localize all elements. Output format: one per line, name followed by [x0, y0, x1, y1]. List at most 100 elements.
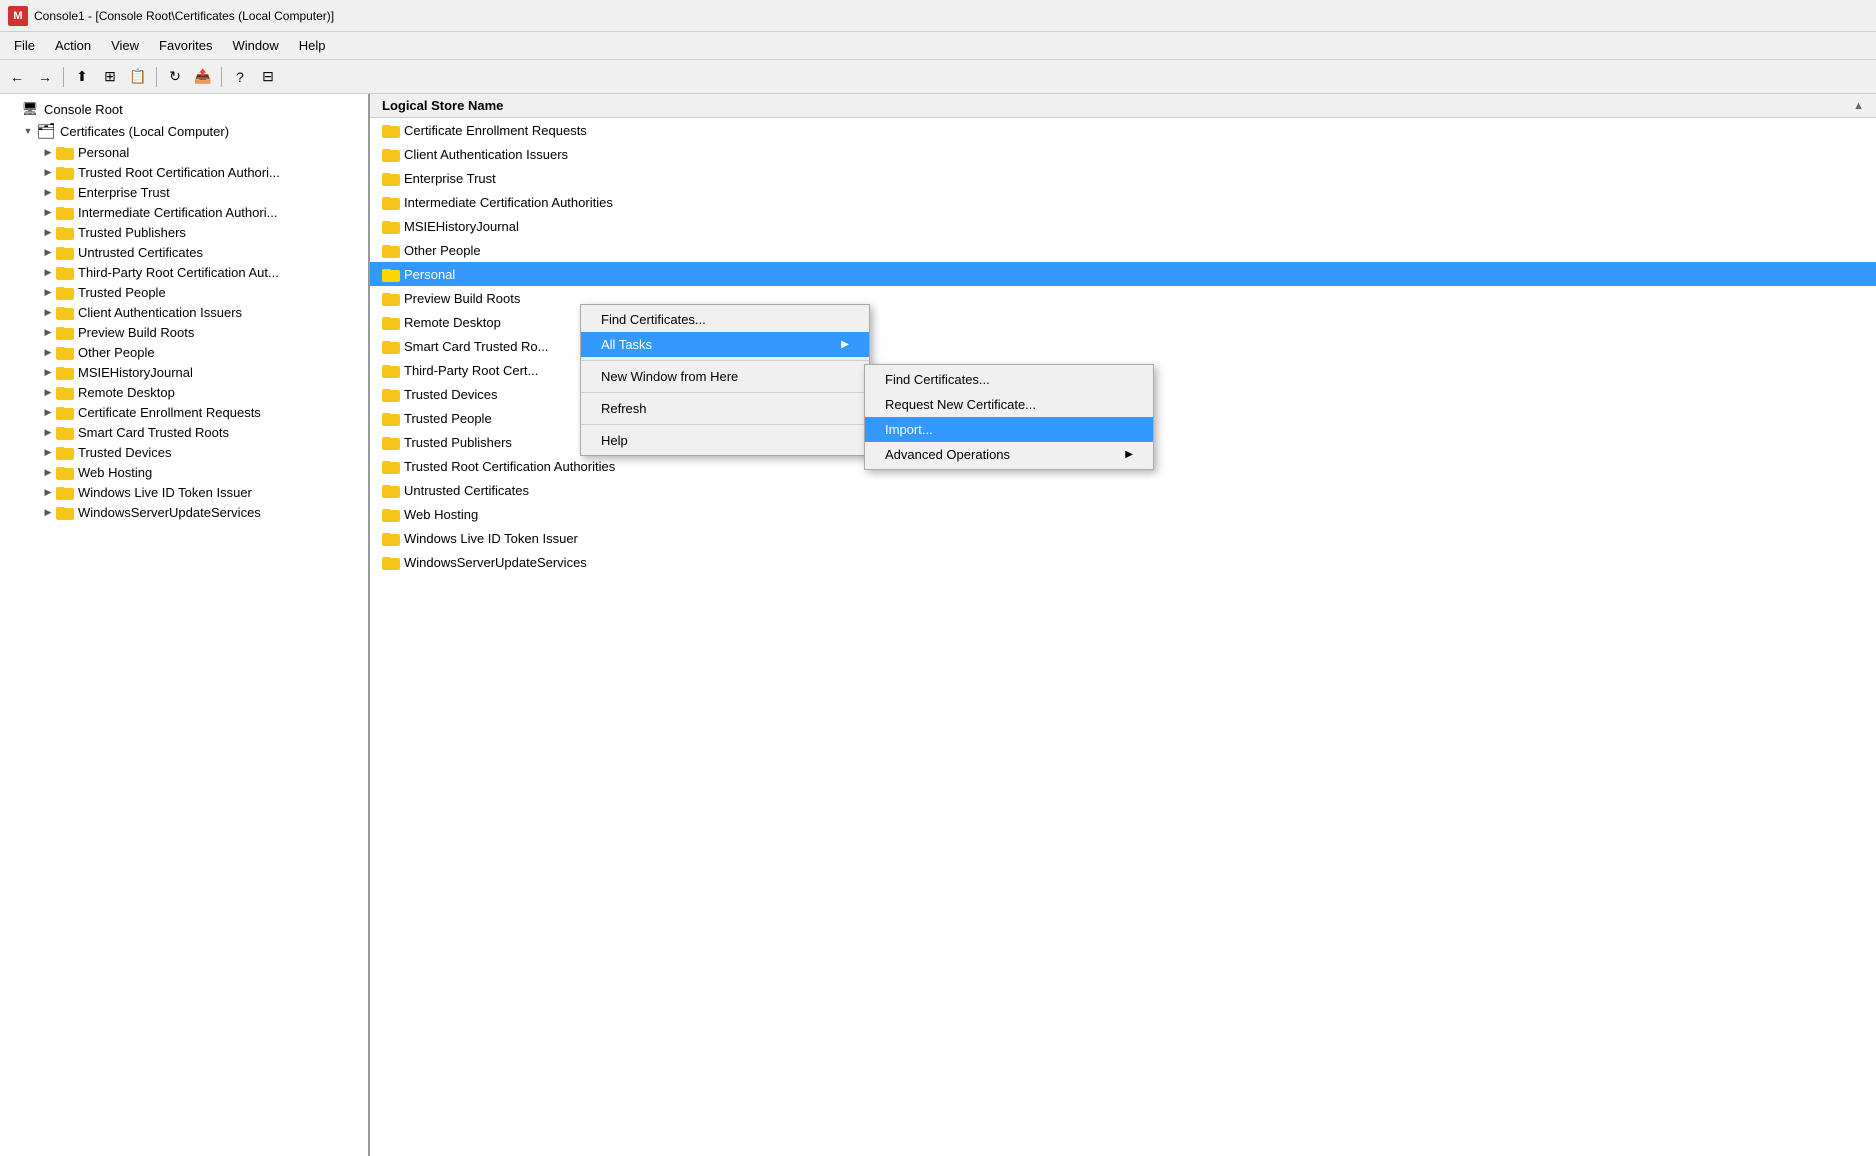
tree-trusted-devices[interactable]: Trusted Devices: [0, 442, 368, 462]
list-personal[interactable]: Personal: [370, 262, 1876, 286]
expand-msie[interactable]: [40, 364, 56, 380]
expand-other-people[interactable]: [40, 344, 56, 360]
list-web-hosting[interactable]: Web Hosting: [370, 502, 1876, 526]
folder-trusted-pub-icon: [56, 224, 74, 240]
tree-web-hosting[interactable]: Web Hosting: [0, 462, 368, 482]
copy-button[interactable]: 📋: [125, 64, 151, 90]
up-button[interactable]: ⬆: [69, 64, 95, 90]
ctx-find-certs[interactable]: Find Certificates...: [581, 307, 869, 332]
list-header-label: Logical Store Name: [382, 98, 503, 113]
list-sort-arrow[interactable]: ▲: [1853, 100, 1864, 112]
tree-untrusted-label: Untrusted Certificates: [78, 245, 203, 260]
list-winlive[interactable]: Windows Live ID Token Issuer: [370, 526, 1876, 550]
menu-file[interactable]: File: [4, 34, 45, 57]
list-cert-enrollment[interactable]: Certificate Enrollment Requests: [370, 118, 1876, 142]
tree-smart-card[interactable]: Smart Card Trusted Roots: [0, 422, 368, 442]
tree-preview-build[interactable]: Preview Build Roots: [0, 322, 368, 342]
expand-smart-card[interactable]: [40, 424, 56, 440]
list-client-auth[interactable]: Client Authentication Issuers: [370, 142, 1876, 166]
list-remote-desktop-label: Remote Desktop: [404, 315, 501, 330]
expand-intermediate[interactable]: [40, 204, 56, 220]
tree-third-party-label: Third-Party Root Certification Aut...: [78, 265, 279, 280]
menu-action[interactable]: Action: [45, 34, 101, 57]
expand-cert-node[interactable]: [20, 123, 36, 139]
tree-client-auth[interactable]: Client Authentication Issuers: [0, 302, 368, 322]
tree-untrusted[interactable]: Untrusted Certificates: [0, 242, 368, 262]
tree-other-people[interactable]: Other People: [0, 342, 368, 362]
help-button[interactable]: ?: [227, 64, 253, 90]
tree-trusted-people-label: Trusted People: [78, 285, 166, 300]
tree-web-hosting-label: Web Hosting: [78, 465, 152, 480]
folder-list-wsus-icon: [382, 554, 400, 570]
menu-view[interactable]: View: [101, 34, 149, 57]
tree-msie[interactable]: MSIEHistoryJournal: [0, 362, 368, 382]
list-personal-label: Personal: [404, 267, 455, 282]
ctx2-advanced-ops[interactable]: Advanced Operations ▶: [865, 442, 1153, 467]
ctx-all-tasks-arrow: ▶: [841, 339, 849, 350]
expand-web-hosting[interactable]: [40, 464, 56, 480]
tree-cert-node[interactable]: 🗂 Certificates (Local Computer): [0, 120, 368, 142]
tree-intermediate-label: Intermediate Certification Authori...: [78, 205, 277, 220]
ctx-help[interactable]: Help: [581, 428, 869, 453]
expand-personal[interactable]: [40, 144, 56, 160]
folder-remote-desktop-icon: [56, 384, 74, 400]
tree-cert-enrollment[interactable]: Certificate Enrollment Requests: [0, 402, 368, 422]
list-other-people[interactable]: Other People: [370, 238, 1876, 262]
list-wsus-label: WindowsServerUpdateServices: [404, 555, 587, 570]
tree-trusted-publishers[interactable]: Trusted Publishers: [0, 222, 368, 242]
ctx-refresh[interactable]: Refresh: [581, 396, 869, 421]
menu-favorites[interactable]: Favorites: [149, 34, 222, 57]
list-third-party-label: Third-Party Root Cert...: [404, 363, 538, 378]
tree-personal[interactable]: Personal: [0, 142, 368, 162]
menu-window[interactable]: Window: [223, 34, 289, 57]
list-msie[interactable]: MSIEHistoryJournal: [370, 214, 1876, 238]
expand-cert-enrollment[interactable]: [40, 404, 56, 420]
ctx-all-tasks[interactable]: All Tasks ▶: [581, 332, 869, 357]
export-button[interactable]: 📤: [190, 64, 216, 90]
expand-trusted-people[interactable]: [40, 284, 56, 300]
folder-winlive-icon: [56, 484, 74, 500]
show-hide-button[interactable]: ⊞: [97, 64, 123, 90]
menu-help[interactable]: Help: [289, 34, 336, 57]
expand-trusted-devices[interactable]: [40, 444, 56, 460]
tree-intermediate[interactable]: Intermediate Certification Authori...: [0, 202, 368, 222]
folder-list-trusted-people-icon: [382, 410, 400, 426]
ctx2-find-certs[interactable]: Find Certificates...: [865, 367, 1153, 392]
expand-trusted-root[interactable]: [40, 164, 56, 180]
expand-trusted-pub[interactable]: [40, 224, 56, 240]
tree-remote-desktop[interactable]: Remote Desktop: [0, 382, 368, 402]
expand-preview-build[interactable]: [40, 324, 56, 340]
tree-wsus-label: WindowsServerUpdateServices: [78, 505, 261, 520]
tree-console-root[interactable]: 🖥 Console Root: [0, 98, 368, 120]
expand-wsus[interactable]: [40, 504, 56, 520]
refresh-button[interactable]: ↻: [162, 64, 188, 90]
forward-button[interactable]: →: [32, 64, 58, 90]
expand-remote-desktop[interactable]: [40, 384, 56, 400]
list-intermediate[interactable]: Intermediate Certification Authorities: [370, 190, 1876, 214]
tree-trusted-people[interactable]: Trusted People: [0, 282, 368, 302]
tree-third-party[interactable]: Third-Party Root Certification Aut...: [0, 262, 368, 282]
folder-other-people-icon: [56, 344, 74, 360]
folder-untrusted-icon: [56, 244, 74, 260]
list-enterprise-trust[interactable]: Enterprise Trust: [370, 166, 1876, 190]
folder-intermediate-icon: [56, 204, 74, 220]
expand-client-auth[interactable]: [40, 304, 56, 320]
tree-enterprise-trust[interactable]: Enterprise Trust: [0, 182, 368, 202]
ctx2-request-new[interactable]: Request New Certificate...: [865, 392, 1153, 417]
tree-trusted-root[interactable]: Trusted Root Certification Authori...: [0, 162, 368, 182]
folder-list-winlive-icon: [382, 530, 400, 546]
ctx2-import[interactable]: Import...: [865, 417, 1153, 442]
ctx-new-window[interactable]: New Window from Here: [581, 364, 869, 389]
expand-winlive[interactable]: [40, 484, 56, 500]
tree-winlive[interactable]: Windows Live ID Token Issuer: [0, 482, 368, 502]
list-untrusted[interactable]: Untrusted Certificates: [370, 478, 1876, 502]
back-button[interactable]: ←: [4, 64, 30, 90]
console-root-label: Console Root: [44, 102, 123, 117]
expand-enterprise-trust[interactable]: [40, 184, 56, 200]
expand-untrusted[interactable]: [40, 244, 56, 260]
properties-button[interactable]: ⊟: [255, 64, 281, 90]
tree-wsus[interactable]: WindowsServerUpdateServices: [0, 502, 368, 522]
expand-third-party[interactable]: [40, 264, 56, 280]
folder-smart-card-icon: [56, 424, 74, 440]
list-wsus[interactable]: WindowsServerUpdateServices: [370, 550, 1876, 574]
